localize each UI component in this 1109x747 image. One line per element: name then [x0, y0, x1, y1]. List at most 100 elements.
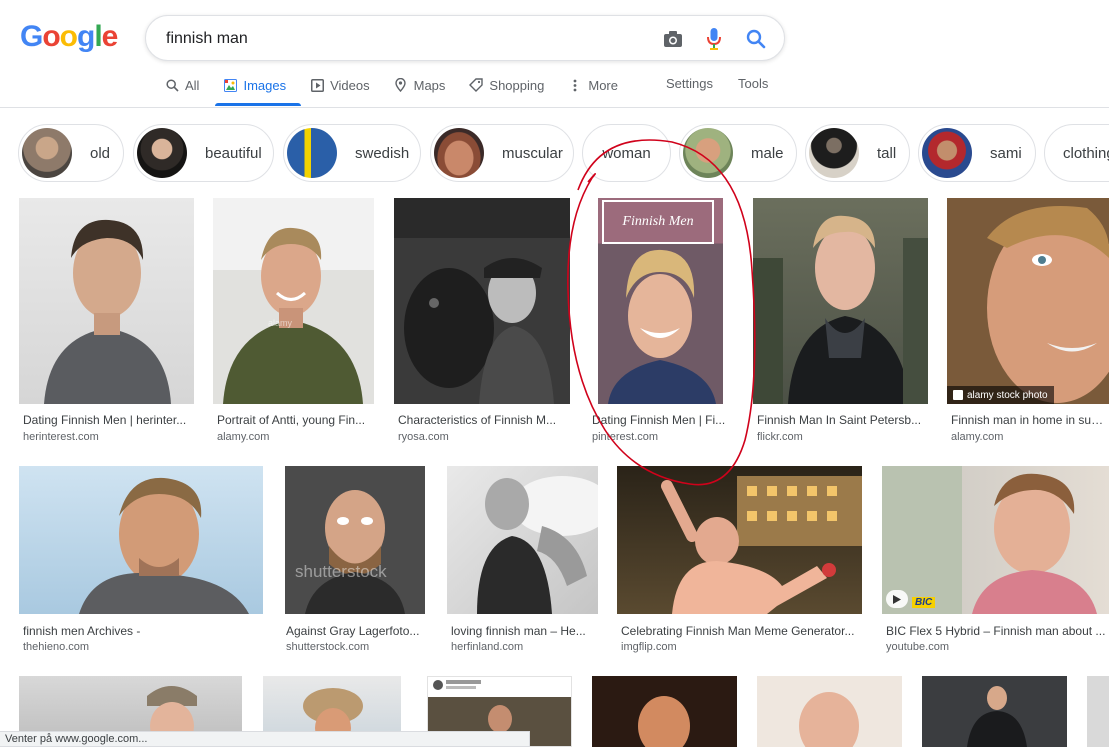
image-result[interactable]: Characteristics of Finnish M... ryosa.co… — [394, 198, 570, 448]
result-thumbnail — [19, 466, 263, 614]
result-thumbnail[interactable] — [922, 676, 1067, 747]
chip-beautiful[interactable]: beautiful — [133, 124, 274, 182]
image-result[interactable]: Celebrating Finnish Man Meme Generator..… — [617, 466, 862, 661]
result-title[interactable]: Finnish man in home in summ — [951, 413, 1109, 427]
image-result[interactable]: Dating Finnish Men | herinter... herinte… — [19, 198, 194, 448]
result-title[interactable]: Against Gray Lagerfoto... — [286, 624, 425, 638]
stock-badge-text: alamy stock photo — [967, 389, 1048, 401]
tab-label: Videos — [330, 77, 370, 93]
result-site: youtube.com — [886, 641, 949, 653]
result-thumbnail[interactable] — [592, 676, 737, 747]
image-result[interactable]: Finnish Men Dating Finnish Men | Fi... p… — [588, 198, 733, 448]
chip-thumbnail — [922, 128, 972, 178]
chip-woman[interactable]: woman — [582, 124, 671, 182]
tab-label: Images — [243, 77, 287, 93]
pin-icon — [394, 78, 408, 92]
tag-icon — [469, 78, 484, 92]
result-thumbnail — [19, 198, 194, 404]
result-title[interactable]: loving finnish man – He... — [451, 624, 598, 638]
tab-label: More — [588, 77, 618, 93]
alamy-logo-icon — [953, 390, 963, 400]
image-result[interactable]: finnish men Archives - thehieno.com — [19, 466, 263, 661]
result-thumbnail: alamy — [213, 198, 374, 404]
tab-all[interactable]: All — [165, 76, 199, 94]
related-searches-chips: old beautiful swedish muscular woman mal… — [18, 124, 1109, 182]
header-divider — [0, 107, 1109, 108]
logo-letter: l — [94, 20, 102, 53]
chip-label: swedish — [355, 144, 410, 162]
result-site: shutterstock.com — [286, 641, 370, 653]
image-icon — [223, 78, 237, 92]
chip-label: clothing — [1063, 144, 1109, 162]
chip-label: old — [90, 144, 111, 162]
chip-old[interactable]: old — [18, 124, 124, 182]
tools-link[interactable]: Tools — [738, 76, 768, 91]
tab-shopping[interactable]: Shopping — [469, 76, 544, 94]
result-thumbnail[interactable] — [757, 676, 902, 747]
chip-label: male — [751, 144, 784, 162]
result-thumbnail — [617, 466, 862, 614]
chip-thumbnail — [809, 128, 859, 178]
chip-thumbnail — [287, 128, 337, 178]
chip-label: beautiful — [205, 144, 262, 162]
image-result[interactable]: loving finnish man – He... herfinland.co… — [447, 466, 598, 661]
chip-sami[interactable]: sami — [918, 124, 1036, 182]
result-title[interactable]: Dating Finnish Men | herinter... — [23, 413, 194, 427]
microphone-icon[interactable] — [702, 27, 726, 51]
brand-label: BIC — [912, 597, 936, 608]
settings-link[interactable]: Settings — [666, 76, 713, 91]
result-title[interactable]: Characteristics of Finnish M... — [398, 413, 570, 427]
result-thumbnail: shutterstock — [285, 466, 425, 614]
result-site: alamy.com — [951, 431, 1004, 443]
result-title[interactable]: Finnish Man In Saint Petersb... — [757, 413, 928, 427]
tab-label: Maps — [413, 77, 446, 93]
search-icon[interactable] — [744, 27, 768, 51]
result-site: herfinland.com — [451, 641, 524, 653]
video-icon — [310, 78, 324, 92]
result-title[interactable]: finnish men Archives - — [23, 624, 263, 638]
image-result[interactable]: BIC BIC Flex 5 Hybrid – Finnish man abou… — [882, 466, 1109, 661]
chip-male[interactable]: male — [679, 124, 797, 182]
result-thumbnail: Finnish Men — [598, 198, 723, 404]
result-title[interactable]: Portrait of Antti, young Fin... — [217, 413, 374, 427]
tab-more[interactable]: More — [568, 76, 618, 94]
logo-letter: G — [20, 20, 43, 53]
chip-swedish[interactable]: swedish — [283, 124, 421, 182]
result-thumbnail — [394, 198, 570, 404]
image-result[interactable]: alamy stock photo Finnish man in home in… — [947, 198, 1109, 448]
result-title[interactable]: Celebrating Finnish Man Meme Generator..… — [621, 624, 862, 638]
tab-videos[interactable]: Videos — [310, 76, 370, 94]
result-site: flickr.com — [757, 431, 803, 443]
chip-label: sami — [990, 144, 1022, 162]
tab-maps[interactable]: Maps — [394, 76, 446, 94]
image-result[interactable]: Finnish Man In Saint Petersb... flickr.c… — [753, 198, 928, 448]
active-tab-indicator — [215, 103, 301, 106]
result-thumbnail: alamy stock photo — [947, 198, 1109, 404]
chip-thumbnail — [683, 128, 733, 178]
chip-muscular[interactable]: muscular — [430, 124, 574, 182]
result-thumbnail — [447, 466, 598, 614]
camera-icon[interactable] — [661, 27, 685, 51]
chip-label: woman — [602, 144, 651, 162]
search-icon — [165, 78, 179, 92]
result-title[interactable]: Dating Finnish Men | Fi... — [592, 413, 733, 427]
chip-label: tall — [877, 144, 897, 162]
logo-letter: g — [77, 20, 95, 53]
logo-letter: e — [101, 20, 119, 53]
image-result[interactable]: alamy Portrait of Antti, young Fin... al… — [213, 198, 374, 448]
tab-images[interactable]: Images — [223, 76, 286, 94]
google-logo[interactable]: Google — [20, 20, 119, 54]
stock-badge: alamy stock photo — [947, 386, 1054, 404]
chip-clothing[interactable]: clothing — [1044, 124, 1109, 182]
search-input[interactable] — [166, 28, 626, 50]
kebab-icon — [568, 78, 582, 92]
result-thumbnail[interactable] — [1087, 676, 1109, 747]
image-result[interactable]: shutterstock Against Gray Lagerfoto... s… — [285, 466, 425, 661]
result-site: alamy.com — [217, 431, 270, 443]
result-site: pinterest.com — [592, 431, 659, 443]
result-title[interactable]: BIC Flex 5 Hybrid – Finnish man about ..… — [886, 624, 1109, 638]
tab-label: Shopping — [489, 77, 545, 93]
chip-tall[interactable]: tall — [805, 124, 910, 182]
watermark: shutterstock — [295, 562, 387, 581]
logo-letter: o — [59, 20, 78, 53]
